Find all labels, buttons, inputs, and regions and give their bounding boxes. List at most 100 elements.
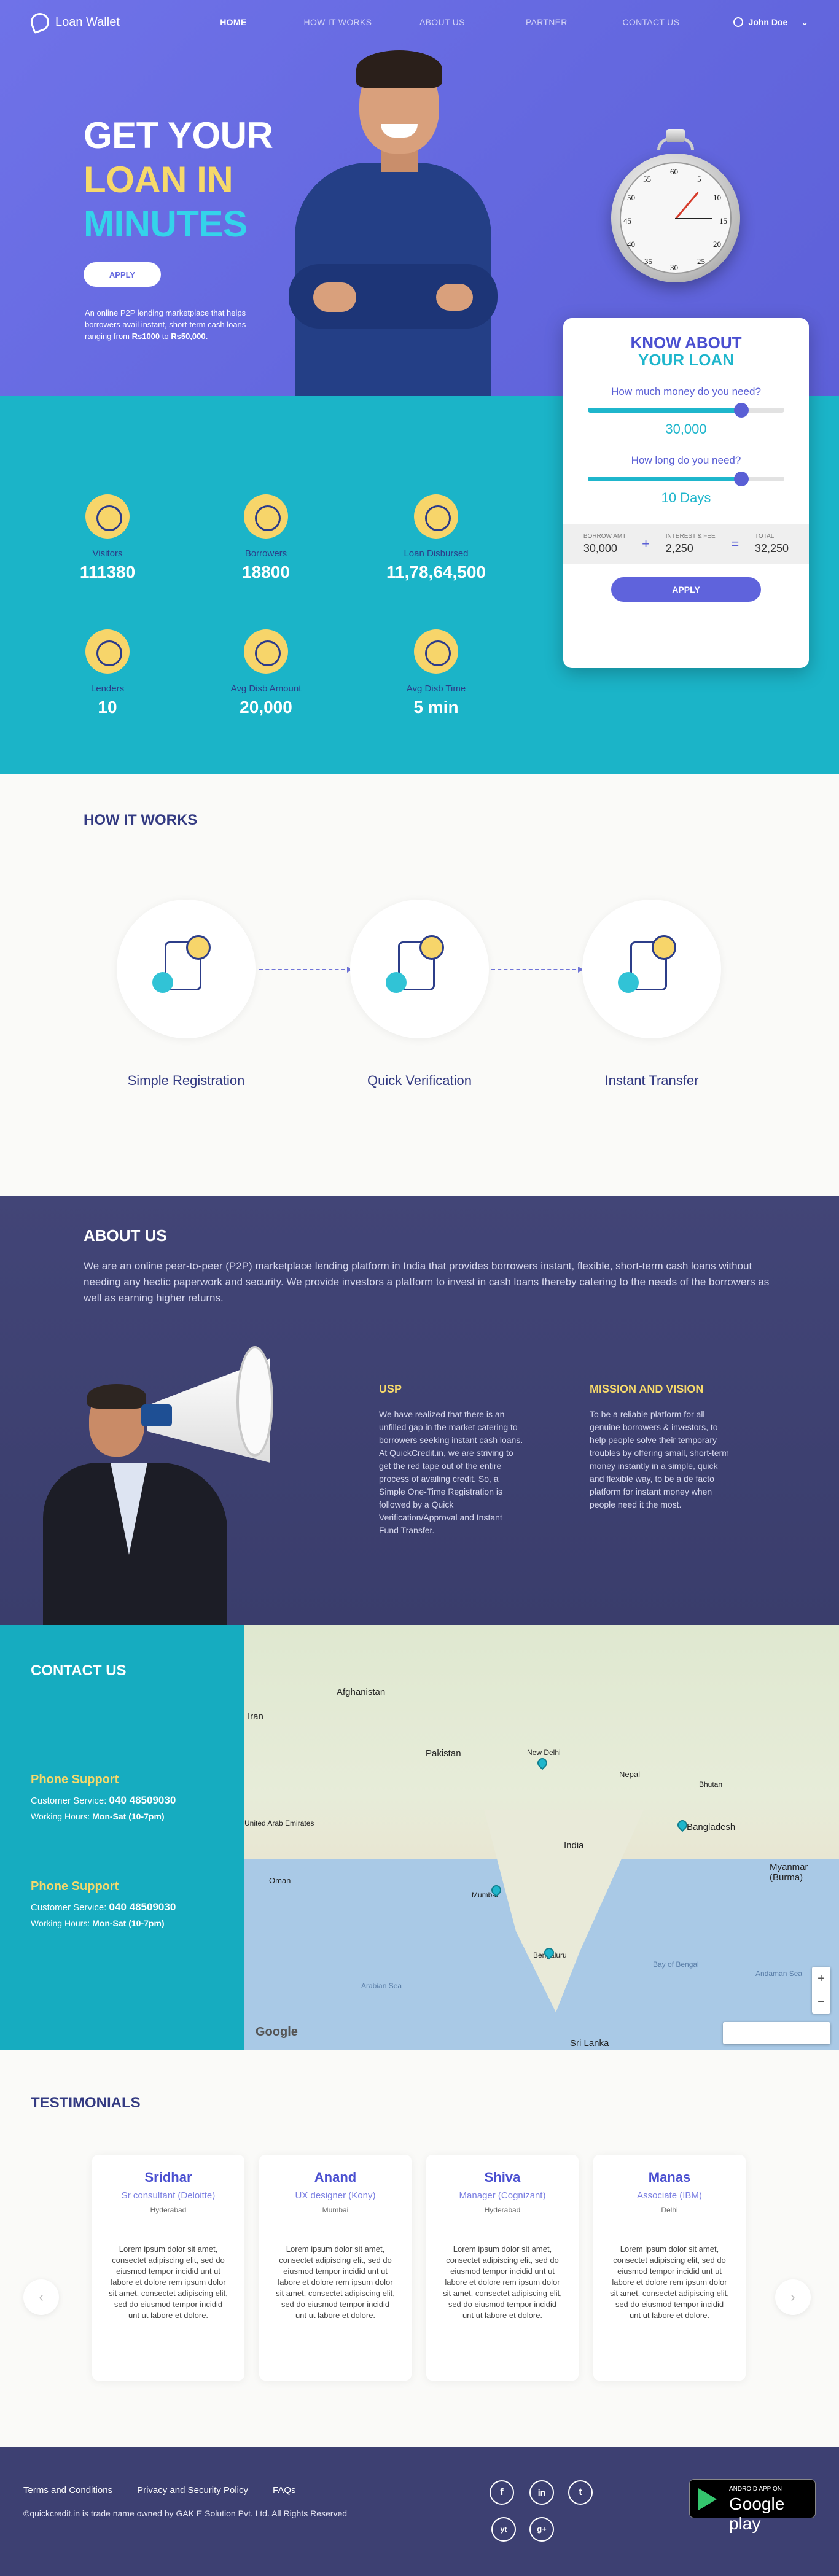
step-transfer (582, 900, 721, 1038)
nav-links: HOME HOW IT WORKS ABOUT US PARTNER CONTA… (181, 17, 703, 27)
google-logo: Google (256, 2025, 298, 2039)
equals-sign: = (731, 536, 739, 551)
stopwatch-number: 50 (627, 193, 635, 202)
user-menu[interactable]: John Doe ⌄ (733, 17, 808, 28)
footer: Terms and Conditions Privacy and Securit… (0, 2447, 839, 2576)
footer-links: Terms and Conditions Privacy and Securit… (23, 2485, 296, 2496)
stat-label: Loan Disbursed (404, 548, 469, 559)
user-icon (733, 17, 744, 27)
borrow-amount-value: 30,000 (583, 542, 617, 555)
total-cell: TOTAL 32,250 (755, 533, 789, 555)
money-slider-handle[interactable] (733, 403, 749, 418)
usp-title: USP (379, 1383, 402, 1395)
stopwatch-number: 35 (644, 257, 652, 266)
logo[interactable]: Loan Wallet (28, 10, 120, 34)
map-zoom-control[interactable]: + − (812, 1967, 830, 2014)
carousel-next-button[interactable]: › (775, 2279, 811, 2315)
stopwatch-number: 25 (697, 257, 705, 266)
fee-value: 2,250 (665, 542, 693, 555)
google-play-badge[interactable]: ANDROID APP ON Google play (689, 2479, 816, 2533)
working-hours: Mon-Sat (10-7pm) (92, 1811, 165, 1821)
google-plus-icon[interactable]: g+ (529, 2517, 554, 2542)
store-big-text: Google play (729, 2494, 785, 2533)
logo-icon (28, 10, 52, 34)
map-label: Sri Lanka (570, 2038, 609, 2049)
testimonial-city: Hyderabad (150, 2206, 187, 2214)
google-map[interactable]: Afghanistan Iran Pakistan New Delhi Nepa… (244, 1625, 839, 2050)
working-hours-label: Working Hours: (31, 1918, 93, 1928)
nav-home[interactable]: HOME (181, 17, 286, 27)
testimonial-text: Lorem ipsum dolor sit amet, consectet ad… (610, 2244, 729, 2320)
stopwatch-number: 15 (719, 216, 727, 225)
visitor-icon (85, 494, 130, 539)
mission-block: MISSION AND VISION To be a reliable plat… (590, 1383, 734, 1511)
footer-link-privacy[interactable]: Privacy and Security Policy (137, 2485, 248, 2496)
days-slider-handle[interactable] (733, 472, 749, 486)
fee-cell: INTEREST & FEE 2,250 (666, 533, 716, 555)
stopwatch-number: 45 (623, 216, 631, 225)
customer-service-line: Customer Service: 040 48509030 (31, 1901, 227, 1913)
stat-avg-disb-time: Avg Disb Time 5 min (375, 629, 498, 717)
nav-about-us[interactable]: ABOUT US (390, 17, 494, 27)
hero-amount-min: Rs1000 (131, 332, 160, 341)
testimonial-role: Manager (Cognizant) (459, 2190, 546, 2201)
nav-how-it-works[interactable]: HOW IT WORKS (286, 17, 390, 27)
lenders-icon (85, 629, 130, 674)
step-connector (491, 967, 583, 973)
step-connector (259, 967, 353, 973)
disbursed-icon (414, 494, 458, 539)
hero-description: An online P2P lending marketplace that h… (85, 307, 251, 342)
logo-text: Loan Wallet (55, 15, 120, 29)
money-slider-fill (588, 408, 741, 413)
stat-value: 20,000 (240, 698, 292, 717)
fee-label: INTEREST & FEE (665, 533, 716, 540)
carousel-prev-button[interactable]: ‹ (23, 2279, 59, 2315)
footer-link-faqs[interactable]: FAQs (273, 2485, 296, 2496)
hero-title: GET YOUR LOAN IN MINUTES (84, 114, 273, 246)
map-label: Nepal (619, 1770, 640, 1779)
testimonials-title: TESTIMONIALS (31, 2095, 141, 2111)
zoom-in-button[interactable]: + (812, 1967, 830, 1990)
step-verification (350, 900, 489, 1038)
how-it-works-section: HOW IT WORKS Simple Registration Quick V… (0, 774, 839, 1196)
map-label: New Delhi (527, 1748, 561, 1757)
contact-title: CONTACT US (31, 1662, 127, 1679)
phone-number[interactable]: 040 48509030 (109, 1901, 176, 1913)
days-slider[interactable] (588, 472, 784, 486)
zoom-out-button[interactable]: − (812, 1990, 830, 2014)
nav-partner[interactable]: PARTNER (494, 17, 599, 27)
linkedin-icon[interactable]: in (529, 2480, 554, 2505)
stat-visitors: Visitors 111380 (46, 494, 169, 582)
testimonial-name: Anand (314, 2169, 357, 2185)
stat-loan-disbursed: Loan Disbursed 11,78,64,500 (375, 494, 498, 582)
testimonial-name: Manas (648, 2169, 691, 2185)
loan-card-title-2: YOUR LOAN (638, 351, 734, 369)
how-it-works-title: HOW IT WORKS (84, 812, 198, 828)
testimonials-section: TESTIMONIALS ‹ Sridhar Sr consultant (De… (0, 2050, 839, 2447)
money-question: How much money do you need? (611, 386, 761, 397)
about-title: ABOUT US (84, 1226, 167, 1245)
borrower-icon (244, 494, 288, 539)
hero-amount-max: Rs50,000. (171, 332, 208, 341)
stat-value: 11,78,64,500 (386, 562, 486, 582)
loan-apply-button[interactable]: APPLY (611, 577, 761, 602)
step-registration (117, 900, 256, 1038)
stopwatch-number: 5 (697, 174, 701, 184)
map-pin-icon[interactable] (535, 1756, 550, 1770)
testimonial-role: Sr consultant (Deloitte) (121, 2190, 216, 2201)
phone-number[interactable]: 040 48509030 (109, 1794, 176, 1806)
nav-contact-us[interactable]: CONTACT US (599, 17, 703, 27)
facebook-icon[interactable]: f (490, 2480, 514, 2505)
map-label: Myanmar (Burma) (770, 1862, 808, 1883)
youtube-icon[interactable]: yt (491, 2517, 516, 2542)
hero-apply-button[interactable]: APPLY (84, 262, 161, 287)
stopwatch-number: 60 (670, 167, 678, 176)
money-slider[interactable] (588, 403, 784, 418)
stat-label: Visitors (92, 548, 123, 559)
map-type-strip[interactable] (723, 2022, 830, 2044)
testimonial-name: Sridhar (144, 2169, 192, 2185)
twitter-icon[interactable]: t (568, 2480, 593, 2505)
store-small-text: ANDROID APP ON (729, 2486, 782, 2492)
working-hours: Mon-Sat (10-7pm) (92, 1918, 165, 1928)
footer-link-terms[interactable]: Terms and Conditions (23, 2485, 112, 2496)
